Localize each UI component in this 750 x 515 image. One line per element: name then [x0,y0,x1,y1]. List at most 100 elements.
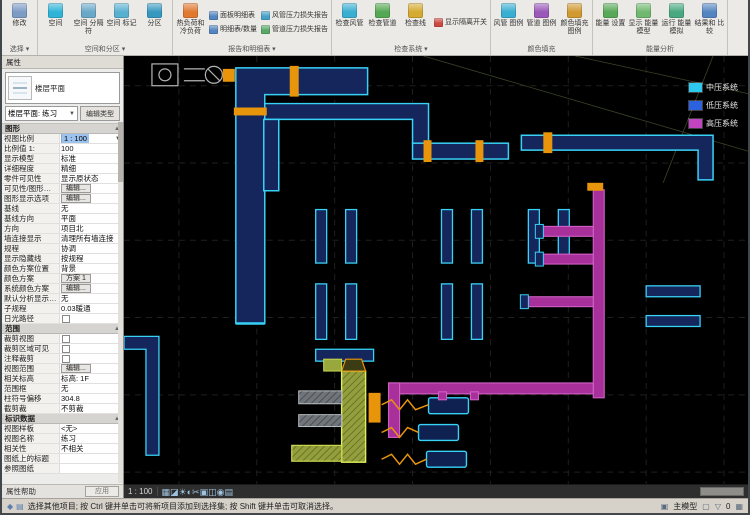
status-right-item[interactable]: ▣ [661,502,669,511]
view-control-icon[interactable]: ▤ [224,485,233,499]
property-value[interactable]: 方案 1 [60,274,123,283]
property-row[interactable]: 显示模型 标准 [2,154,123,164]
value-combo[interactable]: 1 : 100▼ [61,134,122,143]
view-control-icon[interactable]: ☀ [179,485,187,499]
property-section-header[interactable]: 图形 ▲ [2,124,123,134]
value-button[interactable]: 编辑... [61,364,91,373]
ribbon-button[interactable]: 检查管道 [366,0,399,44]
ribbon-button[interactable]: 风管压力损失报告 [259,9,330,22]
ribbon-button[interactable]: 明细表/数量 [207,23,259,36]
property-value[interactable]: 编辑... [60,184,123,193]
property-value[interactable]: 练习 [60,434,123,443]
property-section-header[interactable]: 范围 ▲ [2,324,123,334]
status-right-item[interactable]: ▦ [735,502,743,511]
property-value[interactable]: 标准 [60,154,123,163]
property-row[interactable]: 相关性 不相关 [2,444,123,454]
property-value[interactable] [60,344,123,353]
ribbon-button[interactable]: 管道压力损失报告 [259,23,330,36]
property-value[interactable]: 0.03暖通 [60,304,123,313]
value-button[interactable]: 编辑... [61,194,91,203]
value-button[interactable]: 编辑... [61,284,91,293]
property-value[interactable]: 1 : 100▼ [60,134,123,143]
model-drawing[interactable] [124,56,748,484]
status-right-item[interactable]: ▢ [702,502,710,511]
property-row[interactable]: 视图范围 编辑... [2,364,123,374]
view-control-icon[interactable]: ▣ [200,485,209,499]
property-row[interactable]: 基线方向 平面 [2,214,123,224]
property-value[interactable]: 按规程 [60,254,123,263]
view-control-icon[interactable]: ✂ [192,485,200,499]
property-row[interactable]: 系统颜色方案 编辑... [2,284,123,294]
scrollbar-corner[interactable] [700,487,744,496]
value-button[interactable]: 方案 1 [61,274,91,283]
view-control-icon[interactable]: ▦ [161,485,170,499]
ribbon-group-label[interactable]: 颜色填充 [492,44,591,55]
view-control-icon[interactable]: ◉ [217,485,225,499]
value-checkbox[interactable] [62,355,70,363]
property-value[interactable]: <无> [60,424,123,433]
ribbon-button[interactable]: 显示 能量模型 [627,0,660,44]
ribbon-button[interactable]: 分区 [138,0,171,44]
property-row[interactable]: 裁剪区域可见 [2,344,123,354]
property-value[interactable]: 标高: 1F [60,374,123,383]
property-row[interactable]: 柱符号偏移 304.8 [2,394,123,404]
property-value[interactable] [60,454,123,463]
property-row[interactable]: 裁剪视图 [2,334,123,344]
air-handler-fan[interactable] [152,64,222,86]
property-value[interactable]: 304.8 [60,394,123,403]
property-value[interactable]: 不剪裁 [60,404,123,413]
ribbon-button[interactable]: 检查风管 [333,0,366,44]
property-row[interactable]: 显示隐藏线 按规程 [2,254,123,264]
ribbon-button[interactable]: 管道 图例 [525,0,558,44]
selected-duct-assembly[interactable] [292,359,366,462]
ribbon-button[interactable]: 面板明细表 [207,9,259,22]
property-row[interactable]: 相关标高 标高: 1F [2,374,123,384]
ribbon-button[interactable]: 空间 分隔符 [72,0,105,44]
ribbon-button[interactable]: 空间 [39,0,72,44]
property-row[interactable]: 子规程 0.03暖通 [2,304,123,314]
ribbon-button[interactable]: 颜色填充 图例 [558,0,591,44]
property-row[interactable]: 图纸上的标题 [2,454,123,464]
value-checkbox[interactable] [62,335,70,343]
property-row[interactable]: 颜色方案 方案 1 [2,274,123,284]
property-value[interactable]: 100 [60,144,123,153]
property-row[interactable]: 参照图纸 [2,464,123,474]
property-row[interactable]: 颜色方案位置 背景 [2,264,123,274]
ribbon-group-label[interactable]: 选择 ▾ [3,44,36,55]
vav-terminal-boxes[interactable] [419,398,469,467]
property-value[interactable]: 清理所有墙连接 [60,234,123,243]
property-value[interactable]: 协调 [60,244,123,253]
ribbon-button[interactable]: 运行 能量模拟 [660,0,693,44]
value-checkbox[interactable] [62,315,70,323]
property-row[interactable]: 视图样板 <无> [2,424,123,434]
property-row[interactable]: 默认分析显示样式 无 [2,294,123,304]
value-checkbox[interactable] [62,345,70,353]
scrollbar-thumb[interactable] [118,122,123,182]
status-right-item[interactable]: ▽ [715,502,721,511]
property-value[interactable]: 项目北 [60,224,123,233]
ribbon-group-label[interactable]: 报告和明细表 ▾ [174,44,330,55]
property-row[interactable]: 方向 项目北 [2,224,123,234]
view-control-icon[interactable]: ◫ [208,485,217,499]
ribbon-button[interactable]: 结果和 比较 [693,0,726,44]
property-row[interactable]: 墙连接显示 清理所有墙连接 [2,234,123,244]
drawing-area[interactable]: 中压系统 低压系统 高压系统 [124,56,748,484]
view-control-icon[interactable]: ◪ [170,485,179,499]
property-row[interactable]: 日光路径 [2,314,123,324]
property-value[interactable] [60,464,123,473]
property-value[interactable] [60,314,123,323]
scrollbar[interactable] [118,122,123,483]
status-left-icon[interactable]: ◆ [7,502,13,511]
edit-type-button[interactable]: 编辑类型 [80,106,120,121]
property-row[interactable]: 截剪裁 不剪裁 [2,404,123,414]
property-value[interactable]: 显示原状态 [60,174,123,183]
status-right-item[interactable]: 主模型 [673,501,697,512]
property-value[interactable]: 不相关 [60,444,123,453]
property-row[interactable]: 比例值 1: 100 [2,144,123,154]
ribbon-button[interactable]: 修改 [3,0,36,44]
property-value[interactable] [60,354,123,363]
ribbon-button[interactable]: 能量 设置 [594,0,627,44]
ribbon-button[interactable]: 显示隔离开关 [432,16,489,29]
property-value[interactable]: 编辑... [60,284,123,293]
property-value[interactable]: 平面 [60,214,123,223]
